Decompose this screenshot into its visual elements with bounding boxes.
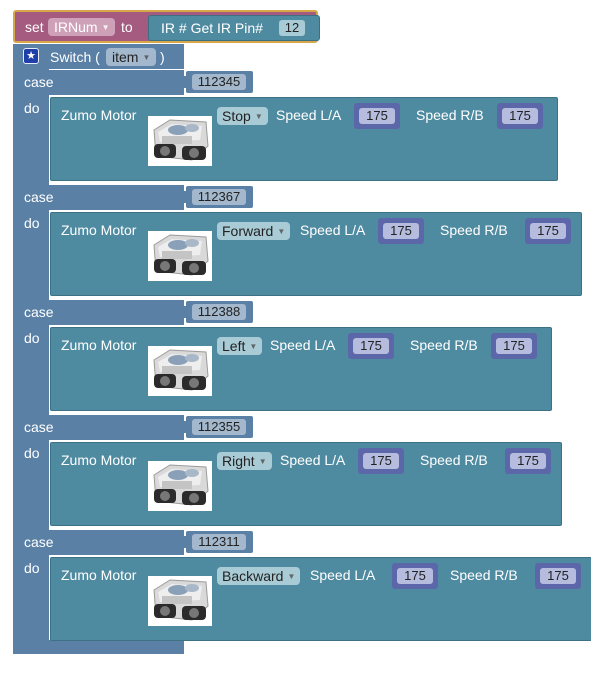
dropdown-caret-icon: ▼ [258,457,267,466]
case-value-block[interactable]: 112311 [186,531,253,553]
direction-value: Stop [222,108,251,124]
speed-right-value[interactable]: 175 [510,453,546,469]
speed-left-label: Speed L/A [300,222,366,238]
speed-left-value[interactable]: 175 [383,223,419,239]
do-label: do [24,560,40,576]
switch-close-paren: ) [160,49,165,65]
motor-label: Zumo Motor [61,452,137,468]
speed-right-value[interactable]: 175 [540,568,576,584]
case-value[interactable]: 112355 [192,419,246,435]
switch-label: Switch ( [50,49,100,65]
case-value[interactable]: 112345 [192,74,246,90]
zumo-robot-image [148,116,212,166]
speed-left-number-block[interactable]: 175 [378,218,424,244]
to-label: to [121,19,133,35]
direction-value: Backward [222,568,284,584]
zumo-motor-block[interactable]: Zumo Motor Right ▼ Speed L/A 175 Speed R/B 17… [50,442,562,526]
switch-variable-dropdown[interactable]: item ▼ [106,48,157,66]
zumo-robot-image [148,346,212,396]
dropdown-caret-icon: ▼ [254,112,263,121]
speed-left-label: Speed L/A [310,567,376,583]
speed-left-label: Speed L/A [276,107,342,123]
direction-dropdown[interactable]: Forward ▼ [217,222,291,240]
speed-left-label: Speed L/A [280,452,346,468]
do-label: do [24,215,40,231]
speed-left-value[interactable]: 175 [353,338,389,354]
speed-left-number-block[interactable]: 175 [348,333,394,359]
direction-dropdown[interactable]: Stop ▼ [217,107,268,125]
variable-name: IRNum [54,19,98,35]
speed-left-value[interactable]: 175 [359,108,395,124]
case-value-block[interactable]: 112345 [186,71,253,93]
switch-variable-name: item [112,49,139,65]
case-value-block[interactable]: 112367 [186,186,253,208]
case-label: case [24,74,54,90]
speed-right-value[interactable]: 175 [530,223,566,239]
motor-label: Zumo Motor [61,567,137,583]
speed-right-label: Speed R/B [450,567,518,583]
speed-right-number-block[interactable]: 175 [525,218,571,244]
speed-right-value[interactable]: 175 [502,108,538,124]
ir-pin-field[interactable]: 12 [279,20,305,36]
direction-dropdown[interactable]: Left ▼ [217,337,263,355]
dropdown-caret-icon: ▼ [101,23,110,32]
speed-right-label: Speed R/B [420,452,488,468]
do-label: do [24,330,40,346]
zumo-robot-image [148,576,212,626]
speed-right-label: Speed R/B [440,222,508,238]
case-value[interactable]: 112388 [192,304,246,320]
zumo-motor-block[interactable]: Zumo Motor Backward ▼ Speed L/A 175 Speed R/… [50,557,591,641]
case-label: case [24,189,54,205]
ir-get-label: IR # Get IR Pin# [161,20,263,36]
case-value[interactable]: 112311 [192,534,246,550]
set-label: set [25,19,44,35]
set-variable-block[interactable]: set IRNum ▼ to IR # Get IR Pin# 12 [13,10,320,43]
dropdown-caret-icon: ▼ [287,572,296,581]
speed-right-value[interactable]: 175 [496,338,532,354]
case-value-block[interactable]: 112388 [186,301,253,323]
star-icon[interactable]: ★ [23,48,39,64]
zumo-motor-block[interactable]: Zumo Motor Stop ▼ Speed L/A 175 Speed R/B 175 [50,97,558,181]
direction-dropdown[interactable]: Right ▼ [217,452,272,470]
motor-label: Zumo Motor [61,337,137,353]
case-value[interactable]: 112367 [192,189,246,205]
zumo-robot-image [148,231,212,281]
zumo-robot-image [148,461,212,511]
direction-dropdown[interactable]: Backward ▼ [217,567,301,585]
motor-label: Zumo Motor [61,107,137,123]
switch-block-bottom [13,640,184,654]
speed-left-number-block[interactable]: 175 [358,448,404,474]
speed-left-number-block[interactable]: 175 [354,103,400,129]
speed-right-number-block[interactable]: 175 [505,448,551,474]
speed-right-number-block[interactable]: 175 [535,563,581,589]
speed-right-number-block[interactable]: 175 [491,333,537,359]
case-label: case [24,534,54,550]
case-label: case [24,304,54,320]
do-label: do [24,445,40,461]
speed-right-number-block[interactable]: 175 [497,103,543,129]
dropdown-caret-icon: ▼ [142,53,151,62]
zumo-motor-block[interactable]: Zumo Motor Left ▼ Speed L/A 175 Speed R/B 175 [50,327,552,411]
speed-left-value[interactable]: 175 [363,453,399,469]
case-value-block[interactable]: 112355 [186,416,253,438]
speed-left-number-block[interactable]: 175 [392,563,438,589]
motor-label: Zumo Motor [61,222,137,238]
variable-dropdown[interactable]: IRNum ▼ [48,18,116,36]
case-label: case [24,419,54,435]
zumo-motor-block[interactable]: Zumo Motor Forward ▼ Speed L/A 175 Speed R/B… [50,212,582,296]
speed-left-value[interactable]: 175 [397,568,433,584]
do-label: do [24,100,40,116]
speed-left-label: Speed L/A [270,337,336,353]
speed-right-label: Speed R/B [416,107,484,123]
ir-get-block[interactable]: IR # Get IR Pin# 12 [148,15,320,41]
direction-value: Forward [222,223,274,239]
direction-value: Left [222,338,246,354]
dropdown-caret-icon: ▼ [249,342,258,351]
dropdown-caret-icon: ▼ [277,227,286,236]
speed-right-label: Speed R/B [410,337,478,353]
direction-value: Right [222,453,255,469]
